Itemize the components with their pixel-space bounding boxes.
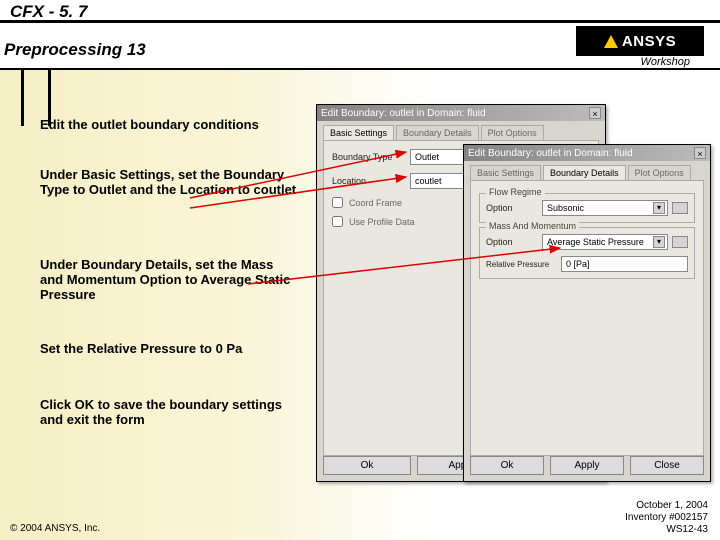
- mm-option-label: Option: [486, 237, 536, 247]
- footer-date: October 1, 2004: [625, 500, 708, 512]
- boundary-type-value: Outlet: [415, 152, 439, 162]
- logo-text: ANSYS: [622, 33, 676, 50]
- flow-option-label: Option: [486, 203, 536, 213]
- dialog2-title: Edit Boundary: outlet in Domain: fluid: [468, 148, 633, 159]
- coord-frame-checkbox[interactable]: Coord Frame: [332, 197, 402, 208]
- location-value: coutlet: [415, 176, 442, 186]
- ansys-logo: ANSYS: [576, 26, 704, 56]
- mm-option-dropdown[interactable]: Average Static Pressure ▾: [542, 234, 668, 250]
- footer-inventory: Inventory #002157: [625, 512, 708, 524]
- dialog2-tabs: Basic Settings Boundary Details Plot Opt…: [464, 161, 710, 180]
- dialog2-titlebar[interactable]: Edit Boundary: outlet in Domain: fluid ×: [464, 145, 710, 161]
- instruction-2: Under Basic Settings, set the Boundary T…: [40, 168, 300, 198]
- footer-meta: October 1, 2004 Inventory #002157 WS12-4…: [625, 500, 708, 536]
- mass-momentum-title: Mass And Momentum: [486, 221, 579, 231]
- mm-expand-button[interactable]: [672, 236, 688, 248]
- dialog1-title: Edit Boundary: outlet in Domain: fluid: [321, 108, 486, 119]
- flow-regime-expand-button[interactable]: [672, 202, 688, 214]
- dialog1-titlebar[interactable]: Edit Boundary: outlet in Domain: fluid ×: [317, 105, 605, 121]
- dialog1-tabs: Basic Settings Boundary Details Plot Opt…: [317, 121, 605, 140]
- footer-copyright: © 2004 ANSYS, Inc.: [10, 523, 100, 534]
- title-line-2: Preprocessing 13: [4, 40, 146, 60]
- chevron-down-icon[interactable]: ▾: [653, 202, 665, 214]
- use-profile-data-label: Use Profile Data: [349, 217, 415, 227]
- decorative-vline-1: [21, 70, 24, 126]
- tab-boundary-details[interactable]: Boundary Details: [543, 165, 626, 180]
- header: CFX - 5. 7 Preprocessing 13 ANSYS Worksh…: [0, 0, 720, 70]
- mass-momentum-group: Mass And Momentum Option Average Static …: [479, 227, 695, 279]
- instruction-5: Click OK to save the boundary settings a…: [40, 398, 300, 428]
- header-divider: [0, 20, 720, 23]
- close-icon[interactable]: ×: [694, 147, 706, 159]
- slide: CFX - 5. 7 Preprocessing 13 ANSYS Worksh…: [0, 0, 720, 540]
- tab-basic-settings[interactable]: Basic Settings: [323, 125, 394, 140]
- tab-plot-options[interactable]: Plot Options: [481, 125, 544, 140]
- location-label: Location: [332, 176, 404, 186]
- tab-basic-settings[interactable]: Basic Settings: [470, 165, 541, 180]
- instruction-4: Set the Relative Pressure to 0 Pa: [40, 342, 300, 357]
- close-button[interactable]: Close: [630, 456, 704, 475]
- apply-button[interactable]: Apply: [550, 456, 624, 475]
- edit-boundary-dialog-details: Edit Boundary: outlet in Domain: fluid ×…: [463, 144, 711, 482]
- close-icon[interactable]: ×: [589, 107, 601, 119]
- chevron-down-icon[interactable]: ▾: [653, 236, 665, 248]
- title-line-1: CFX - 5. 7: [10, 2, 87, 22]
- ok-button[interactable]: Ok: [323, 456, 411, 475]
- coord-frame-check[interactable]: [332, 197, 343, 208]
- use-profile-data-check[interactable]: [332, 216, 343, 227]
- relative-pressure-label: Relative Pressure: [486, 260, 555, 269]
- mm-option-value: Average Static Pressure: [547, 237, 644, 247]
- flow-option-value: Subsonic: [547, 203, 584, 213]
- tab-plot-options[interactable]: Plot Options: [628, 165, 691, 180]
- instruction-3: Under Boundary Details, set the Mass and…: [40, 258, 300, 303]
- tab-boundary-details[interactable]: Boundary Details: [396, 125, 479, 140]
- flow-regime-group: Flow Regime Option Subsonic ▾: [479, 193, 695, 223]
- logo-triangle-icon: [604, 35, 618, 48]
- dialog2-panel: Flow Regime Option Subsonic ▾ Mass And M…: [470, 180, 704, 456]
- use-profile-data-checkbox[interactable]: Use Profile Data: [332, 216, 415, 227]
- relative-pressure-input[interactable]: [561, 256, 688, 272]
- dialog2-buttons: Ok Apply Close: [470, 456, 704, 475]
- instruction-1: Edit the outlet boundary conditions: [40, 118, 300, 133]
- ok-button[interactable]: Ok: [470, 456, 544, 475]
- boundary-type-label: Boundary Type: [332, 152, 404, 162]
- flow-regime-title: Flow Regime: [486, 187, 545, 197]
- workshop-label: Workshop: [640, 56, 690, 68]
- footer-page: WS12-43: [625, 524, 708, 536]
- flow-option-dropdown[interactable]: Subsonic ▾: [542, 200, 668, 216]
- coord-frame-label: Coord Frame: [349, 198, 402, 208]
